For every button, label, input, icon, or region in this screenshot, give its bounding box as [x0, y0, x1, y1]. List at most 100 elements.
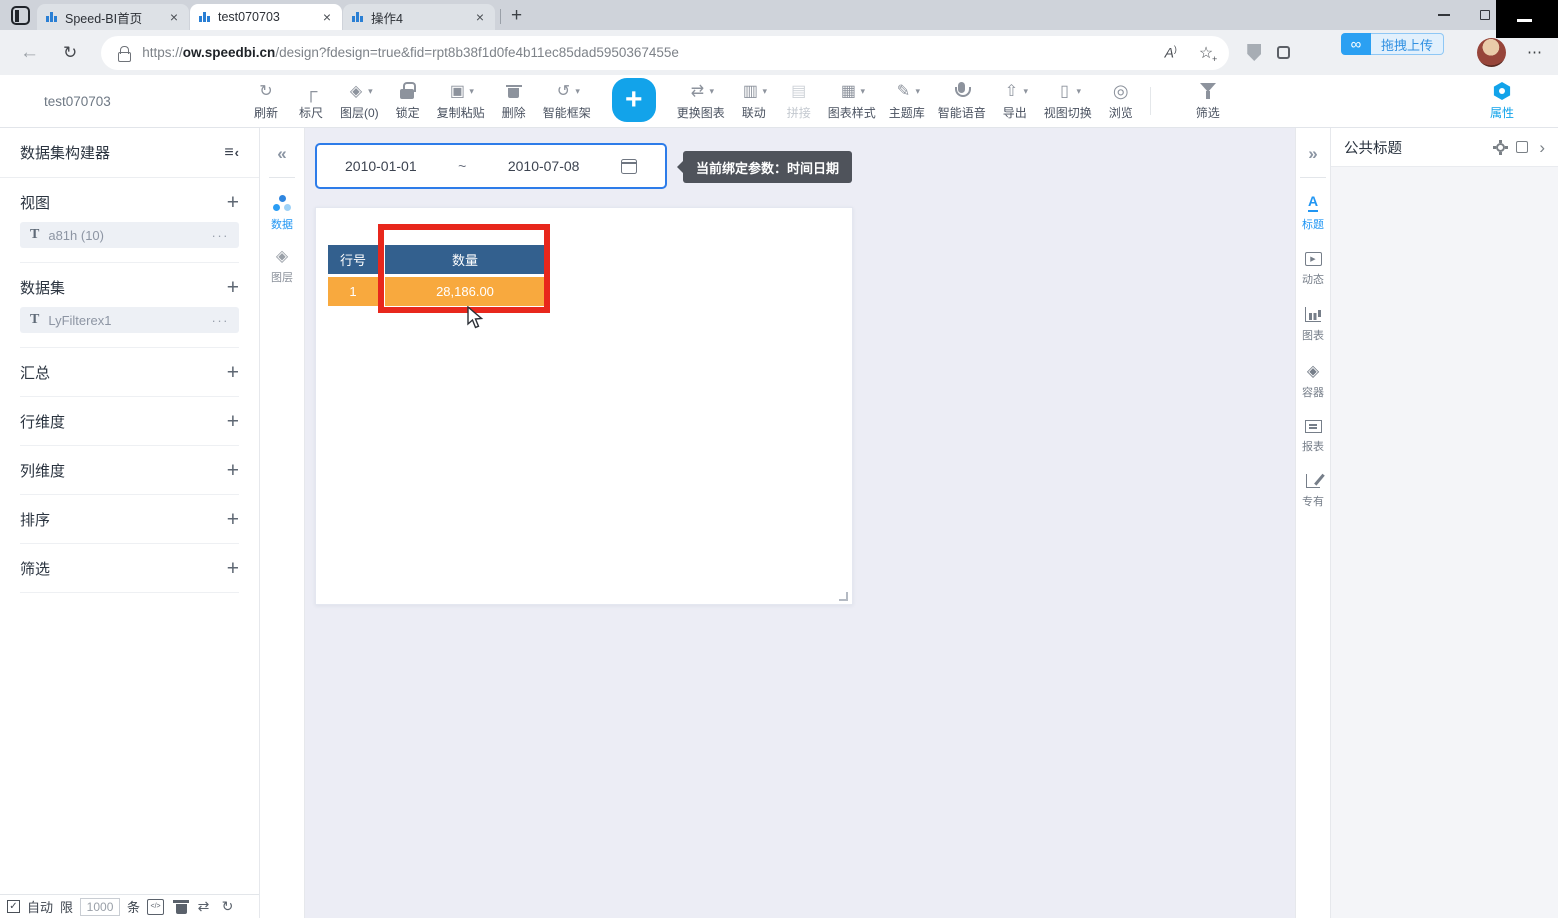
- add-icon[interactable]: +: [227, 362, 239, 383]
- section-label: 行维度: [20, 411, 65, 432]
- speedbi-favicon: [352, 11, 365, 23]
- profile-avatar[interactable]: [1477, 38, 1506, 67]
- add-icon[interactable]: +: [227, 460, 239, 481]
- toolbar-button[interactable]: ▾ 视图切换: [1044, 81, 1092, 121]
- restore-icon[interactable]: [1480, 10, 1490, 20]
- toolbar-button[interactable]: ▾: [612, 78, 656, 125]
- clear-trash-icon[interactable]: [171, 899, 188, 915]
- extensions-icon[interactable]: [1277, 46, 1290, 59]
- auto-checkbox[interactable]: ✓: [7, 900, 20, 913]
- toolbar-button[interactable]: ▾ 标尺: [295, 81, 327, 121]
- panel-collapse-icon[interactable]: ≡‹: [224, 144, 239, 162]
- collapse-left-icon[interactable]: «: [277, 144, 286, 164]
- widget-categories: 标题 动态 图表 容器 报表: [1302, 195, 1324, 529]
- toolbar-button[interactable]: ▾ 拼接: [783, 81, 815, 121]
- toolbar-button[interactable]: ▾ 联动: [738, 81, 770, 121]
- section-label: 数据集: [20, 277, 65, 298]
- toolbar-button-label: 浏览: [1109, 104, 1133, 121]
- expand-right-icon[interactable]: »: [1308, 144, 1317, 164]
- widget-category-label: 动态: [1302, 271, 1324, 287]
- netdisk-upload-badge[interactable]: ∞ 拖拽上传: [1341, 33, 1444, 55]
- toolbar-button[interactable]: ▾ 图层(0): [340, 81, 379, 121]
- browser-menu-icon[interactable]: ⋯: [1527, 43, 1543, 61]
- toolbar-button[interactable]: ▾ 智能框架: [543, 81, 591, 121]
- browser-tab[interactable]: test070703 ×: [190, 4, 342, 30]
- read-aloud-icon[interactable]: A): [1165, 44, 1177, 61]
- more-icon[interactable]: ···: [212, 313, 230, 328]
- browser-tab[interactable]: 操作4 ×: [343, 4, 495, 30]
- favorite-star-icon[interactable]: ☆+: [1199, 43, 1213, 63]
- date-range-picker[interactable]: 2010-01-01 ~ 2010-07-08: [315, 143, 667, 189]
- minimize-icon[interactable]: [1438, 14, 1450, 16]
- toolbar-button[interactable]: ▾ 更换图表: [677, 81, 725, 121]
- toolbar-button-icon: [447, 81, 467, 101]
- toolbar-button[interactable]: ▾ 复制粘贴: [437, 81, 485, 121]
- left-mode-strip: « 数据 ◈ 图层: [260, 128, 305, 918]
- sql-code-icon[interactable]: </>: [147, 899, 164, 915]
- widget-category-tab[interactable]: 标题: [1302, 195, 1324, 232]
- shield-icon[interactable]: [1247, 44, 1261, 61]
- binding-tooltip: 当前绑定参数：时间日期: [683, 151, 852, 183]
- toolbar-button-icon: [789, 81, 809, 101]
- resize-handle[interactable]: [839, 592, 848, 601]
- toolbar-button[interactable]: ▾ 刷新: [250, 81, 282, 121]
- url-text[interactable]: https://ow.speedbi.cn/design?fdesign=tru…: [142, 45, 679, 60]
- widget-category-tab[interactable]: 动态: [1302, 252, 1324, 287]
- toolbar-button[interactable]: ▾ 主题库: [889, 81, 925, 121]
- toolbar-button[interactable]: ▾ 浏览: [1105, 81, 1137, 121]
- toolbar-button[interactable]: ▾: [1150, 87, 1151, 115]
- upload-badge-label[interactable]: 拖拽上传: [1371, 33, 1444, 55]
- new-tab-button[interactable]: +: [511, 6, 522, 25]
- widget-category-icon: [1305, 420, 1322, 433]
- toolbar-button[interactable]: ▾ 删除: [498, 81, 530, 121]
- row-limit-input[interactable]: [80, 898, 120, 916]
- section-label: 汇总: [20, 362, 50, 383]
- gear-icon[interactable]: [1496, 143, 1505, 152]
- tab-actions-icon[interactable]: [11, 6, 30, 25]
- toolbar-button[interactable]: ▾ 筛选: [1192, 81, 1224, 121]
- calendar-icon[interactable]: [621, 159, 637, 174]
- netdisk-logo-icon: ∞: [1341, 33, 1371, 55]
- checkbox-icon[interactable]: [1516, 141, 1528, 153]
- chevron-right-icon[interactable]: ›: [1539, 139, 1545, 156]
- tab-close-icon[interactable]: ×: [474, 9, 486, 25]
- widget-category-tab[interactable]: 专有: [1302, 474, 1324, 509]
- address-bar[interactable]: https://ow.speedbi.cn/design?fdesign=tru…: [101, 36, 1229, 70]
- back-icon[interactable]: ←: [20, 42, 39, 64]
- date-end-value[interactable]: 2010-07-08: [508, 158, 580, 174]
- panel-content-area[interactable]: [1331, 166, 1558, 918]
- widget-category-tab[interactable]: 图表: [1302, 307, 1324, 343]
- toolbar-button[interactable]: ▾ 属性: [1486, 81, 1518, 121]
- toolbar-button[interactable]: ▾ 智能语音: [938, 81, 986, 121]
- toolbar-button[interactable]: ▾ 图表样式: [828, 81, 876, 121]
- rerun-icon[interactable]: ↻: [219, 899, 236, 915]
- toolbar-button-icon: [893, 81, 913, 101]
- add-icon[interactable]: +: [227, 411, 239, 432]
- tab-close-icon[interactable]: ×: [321, 9, 333, 25]
- add-icon[interactable]: +: [227, 558, 239, 579]
- design-canvas[interactable]: 2010-01-01 ~ 2010-07-08 当前绑定参数：时间日期 行号 数…: [305, 128, 1295, 918]
- date-start-value[interactable]: 2010-01-01: [345, 158, 417, 174]
- more-icon[interactable]: ···: [212, 228, 230, 243]
- add-icon[interactable]: +: [227, 509, 239, 530]
- field-chip[interactable]: T a81h (10) ···: [20, 222, 239, 248]
- toolbar-button-label: 标尺: [299, 104, 323, 121]
- add-icon[interactable]: +: [227, 192, 239, 213]
- mode-tab-layer[interactable]: ◈ 图层: [271, 249, 293, 285]
- mode-tab-data[interactable]: 数据: [271, 195, 293, 232]
- table-widget-card[interactable]: 行号 数量 1 28,186.00: [315, 207, 853, 605]
- tab-close-icon[interactable]: ×: [168, 9, 180, 25]
- toolbar-button[interactable]: ▾ 锁定: [392, 81, 424, 121]
- widget-category-tab[interactable]: 报表: [1302, 420, 1324, 454]
- mode-data-label: 数据: [271, 216, 293, 232]
- toolbar-button[interactable]: ▾ 导出: [999, 81, 1031, 121]
- shuffle-icon[interactable]: ⇄: [195, 899, 212, 915]
- toolbar-button-icon: [687, 81, 707, 101]
- browser-tab[interactable]: Speed-BI首页 ×: [37, 4, 189, 30]
- field-chip[interactable]: T LyFilterex1 ···: [20, 307, 239, 333]
- data-dots-icon: [273, 195, 291, 212]
- dataset-builder-panel: 数据集构建器 ≡‹ 视图 + T a81h (10) ···: [0, 128, 260, 918]
- add-icon[interactable]: +: [227, 277, 239, 298]
- widget-category-tab[interactable]: 容器: [1302, 363, 1324, 400]
- refresh-icon[interactable]: ↻: [63, 43, 77, 63]
